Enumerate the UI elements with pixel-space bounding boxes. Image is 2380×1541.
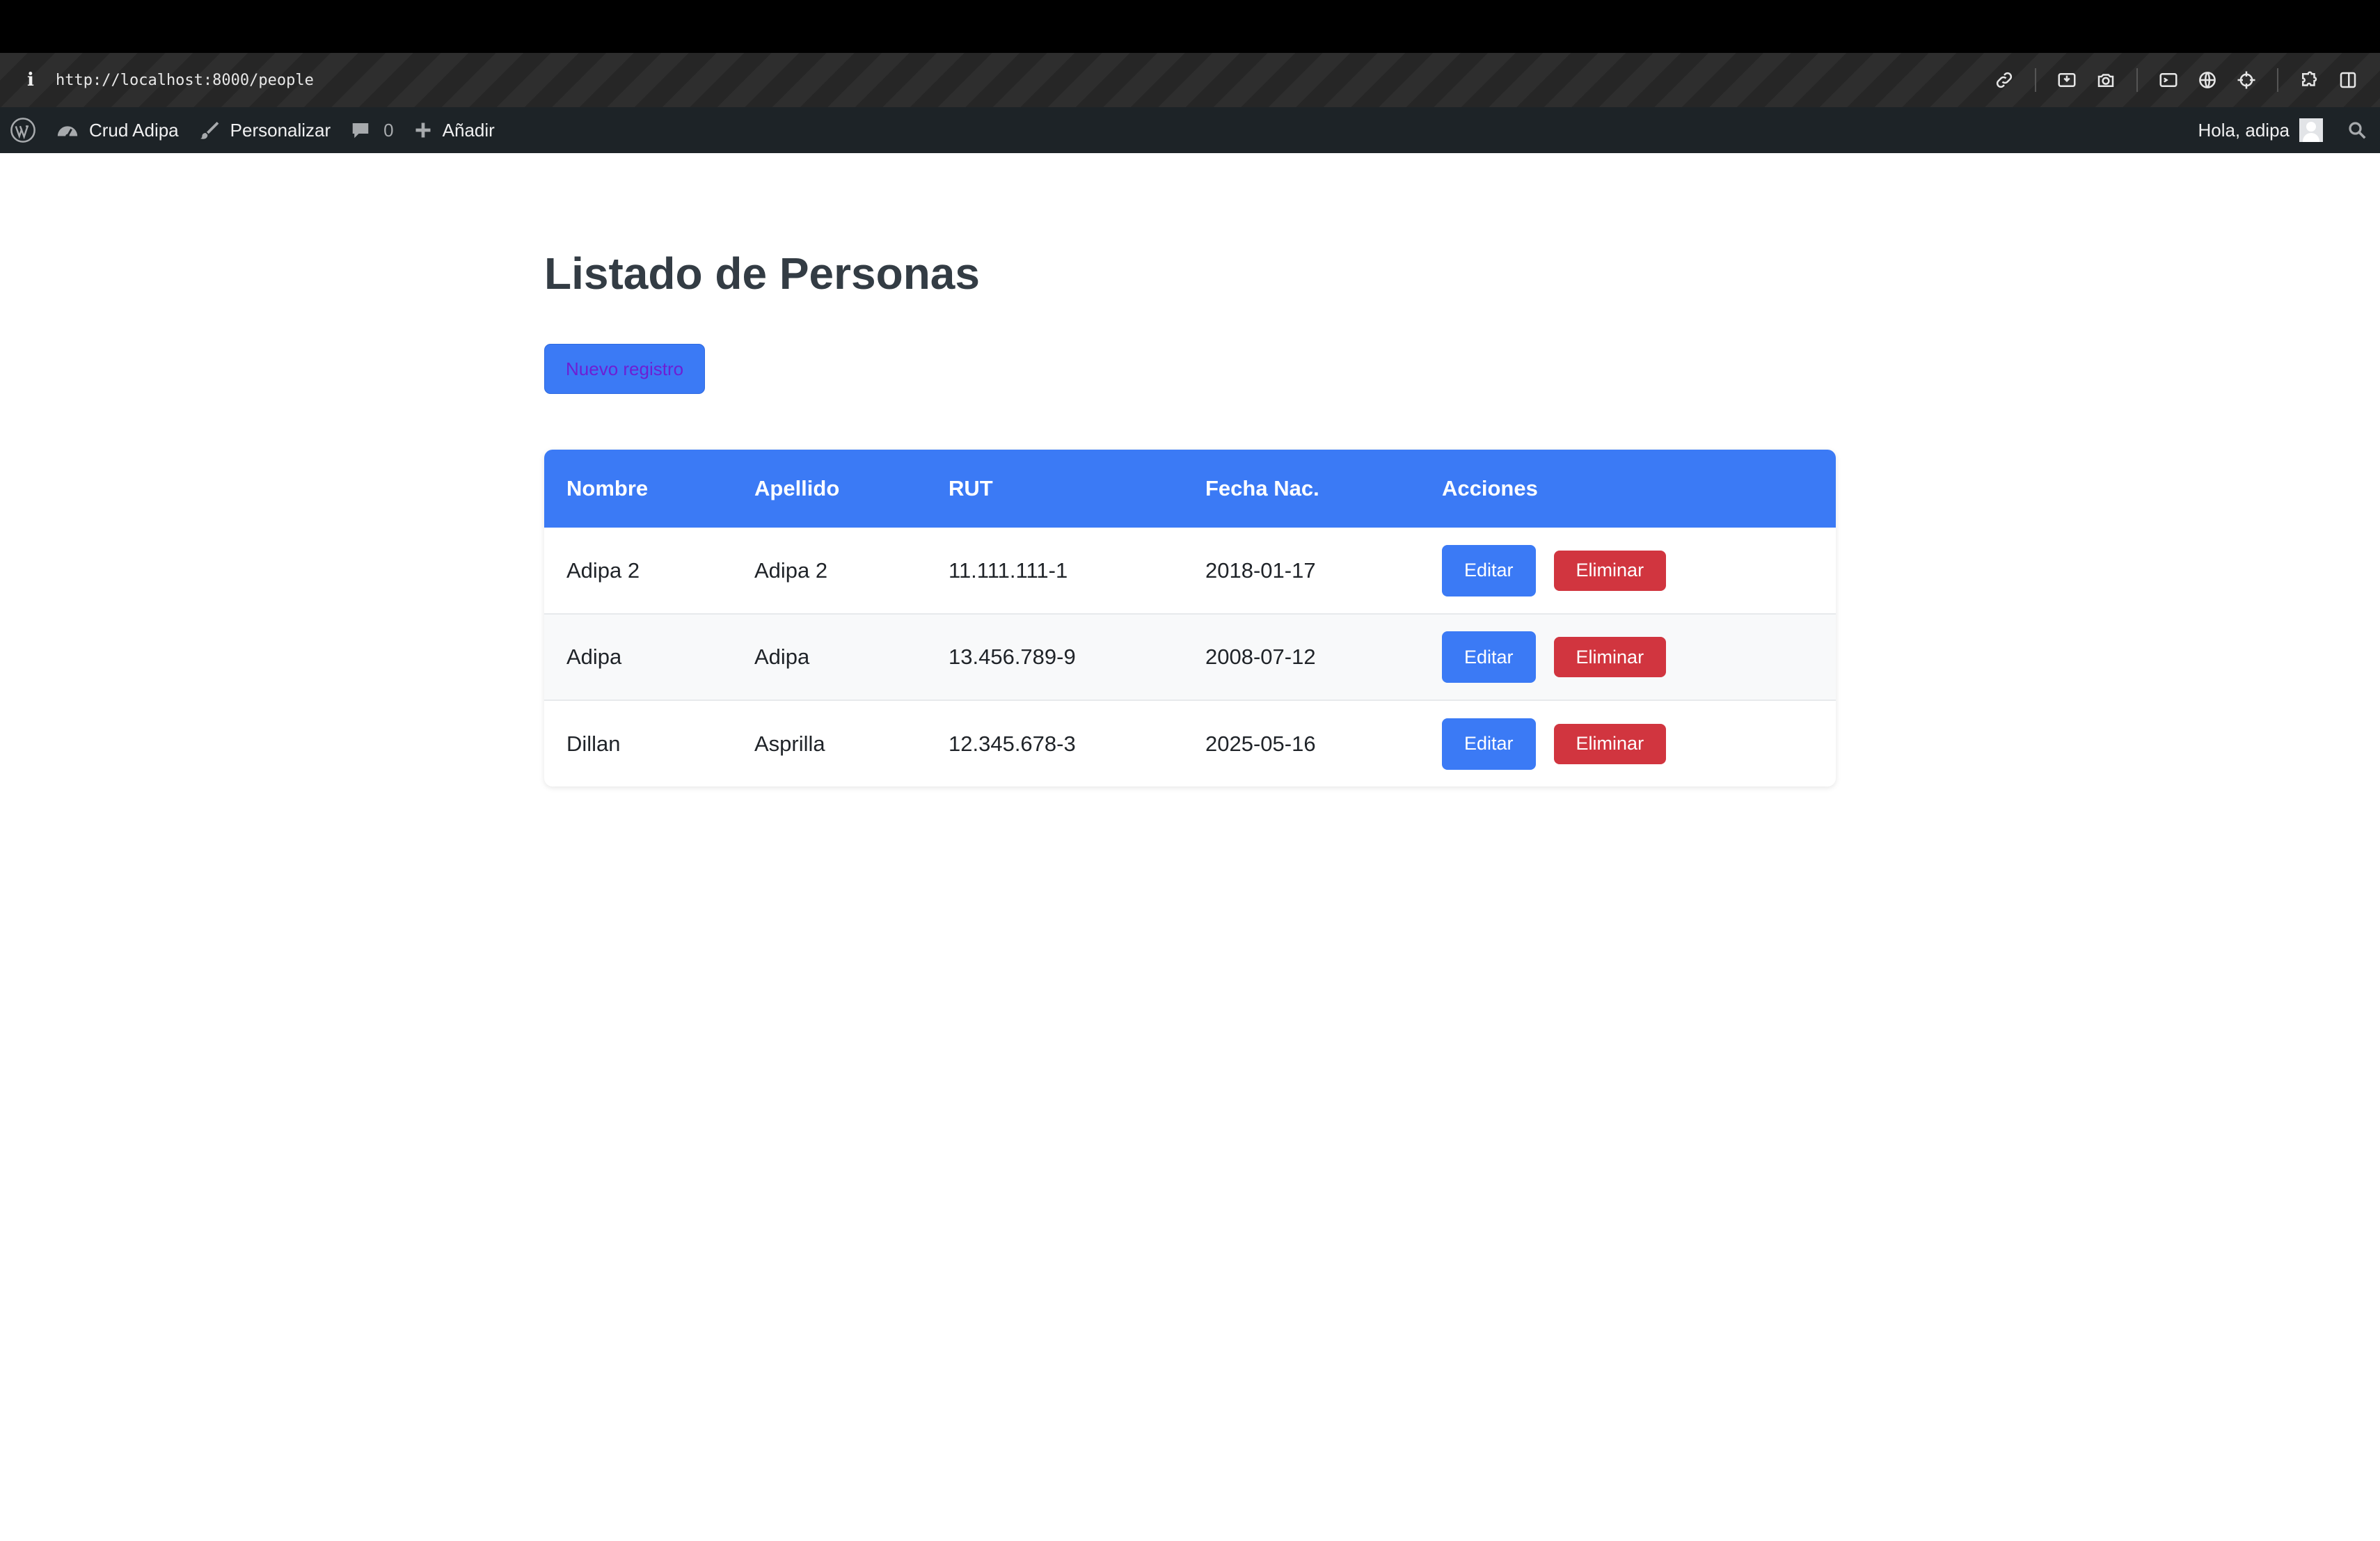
avatar <box>2299 118 2323 142</box>
edit-button[interactable]: Editar <box>1442 544 1536 596</box>
cell-apellido: Asprilla <box>754 731 825 756</box>
cell-fecha: 2018-01-17 <box>1205 558 1316 583</box>
toolbar-separator <box>2035 68 2036 92</box>
cell-rut: 11.111.111-1 <box>949 558 1068 583</box>
cell-rut: 13.456.789-9 <box>949 645 1076 669</box>
extension-icon[interactable] <box>2292 63 2326 97</box>
cell-nombre: Dillan <box>566 731 621 756</box>
wp-admin-bar: Crud Adipa Personalizar 0 Añadir Hola, a… <box>0 107 2380 153</box>
cell-actions: Editar Eliminar <box>1420 614 1836 700</box>
brush-icon <box>200 122 219 139</box>
new-content-label: Añadir <box>442 119 495 141</box>
delete-button[interactable]: Eliminar <box>1553 637 1667 677</box>
header-nombre: Nombre <box>566 476 649 500</box>
delete-button[interactable]: Eliminar <box>1553 550 1667 591</box>
console-icon[interactable] <box>2152 63 2185 97</box>
plus-icon <box>415 123 431 138</box>
comments-count: 0 <box>383 119 394 141</box>
crosshair-icon[interactable] <box>2230 63 2263 97</box>
cell-actions: Editar Eliminar <box>1420 528 1836 614</box>
greeting-label: Hola, adipa <box>2198 119 2290 141</box>
table-row: Adipa 2 Adipa 2 11.111.111-1 2018-01-17 … <box>544 528 1836 614</box>
cell-apellido: Adipa 2 <box>754 558 828 583</box>
customize-label: Personalizar <box>230 119 331 141</box>
header-fecha: Fecha Nac. <box>1205 476 1319 500</box>
new-content-menu[interactable]: Añadir <box>404 107 505 153</box>
cell-nombre: Adipa 2 <box>566 558 640 583</box>
comments-menu[interactable]: 0 <box>340 107 403 153</box>
browser-toolbar <box>1985 53 2367 107</box>
table-header-row: Nombre Apellido RUT Fecha Nac. Acciones <box>544 450 1836 528</box>
cell-rut: 12.345.678-3 <box>949 731 1076 756</box>
header-acciones: Acciones <box>1442 476 1538 500</box>
wordpress-logo-icon[interactable] <box>0 107 46 153</box>
delete-button[interactable]: Eliminar <box>1553 723 1667 764</box>
url-text[interactable]: http://localhost:8000/people <box>56 72 314 89</box>
adminbar-right: Hola, adipa <box>2188 107 2380 153</box>
toolbar-separator <box>2277 68 2278 92</box>
screenshot-icon[interactable] <box>2050 63 2084 97</box>
browser-url-bar: i http://localhost:8000/people <box>0 53 2380 107</box>
cell-fecha: 2025-05-16 <box>1205 731 1316 756</box>
page-title: Listado de Personas <box>544 248 980 299</box>
cell-nombre: Adipa <box>566 645 622 669</box>
comment-icon <box>352 123 369 139</box>
window-top-strip <box>0 0 2380 53</box>
site-info-icon[interactable]: i <box>17 66 45 94</box>
site-name-menu[interactable]: Crud Adipa <box>46 107 189 153</box>
globe-icon[interactable] <box>2191 63 2224 97</box>
camera-icon[interactable] <box>2089 63 2123 97</box>
my-account-menu[interactable]: Hola, adipa <box>2188 107 2337 153</box>
cell-actions: Editar Eliminar <box>1420 700 1836 787</box>
cell-apellido: Adipa <box>754 645 810 669</box>
header-apellido: Apellido <box>754 476 840 500</box>
dashboard-icon <box>57 126 78 139</box>
cell-fecha: 2008-07-12 <box>1205 645 1316 669</box>
sidebar-icon[interactable] <box>2331 63 2365 97</box>
search-icon[interactable] <box>2337 107 2380 153</box>
customize-menu[interactable]: Personalizar <box>189 107 341 153</box>
edit-button[interactable]: Editar <box>1442 718 1536 770</box>
people-table: Nombre Apellido RUT Fecha Nac. Acciones … <box>544 450 1836 787</box>
link-icon[interactable] <box>1988 63 2021 97</box>
table-row: Dillan Asprilla 12.345.678-3 2025-05-16 … <box>544 700 1836 787</box>
new-record-button[interactable]: Nuevo registro <box>544 344 706 394</box>
edit-button[interactable]: Editar <box>1442 631 1536 683</box>
toolbar-separator <box>2136 68 2138 92</box>
table-row: Adipa Adipa 13.456.789-9 2008-07-12 Edit… <box>544 614 1836 700</box>
header-rut: RUT <box>949 476 993 500</box>
site-name-label: Crud Adipa <box>89 119 179 141</box>
